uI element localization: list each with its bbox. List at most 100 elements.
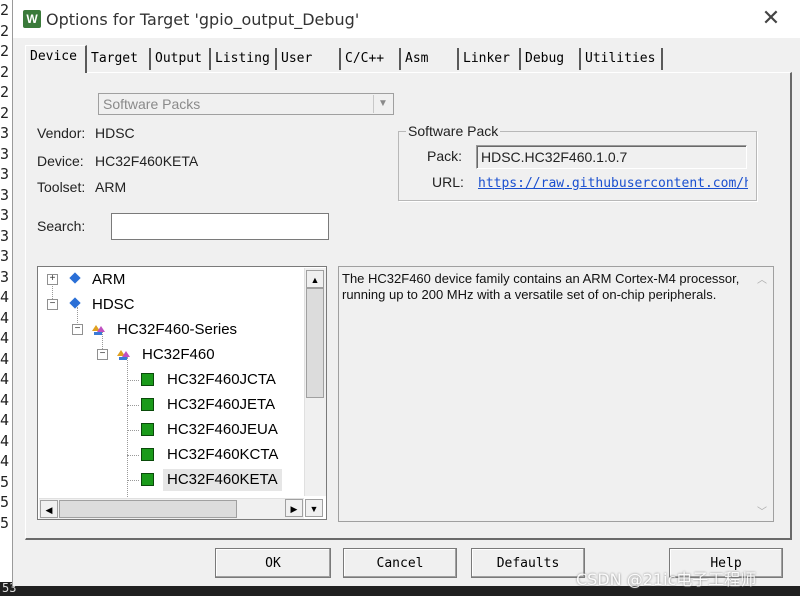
device-tree[interactable]: + ARM − HDSC − HC32F460-Series − HC32F46… (37, 266, 327, 520)
tree-item-label: HC32F460JCTA (167, 371, 276, 388)
gutter-digit: 5 (0, 472, 10, 491)
gutter-digit: 2 (0, 62, 10, 81)
scroll-right-icon[interactable]: ▶ (285, 499, 303, 517)
options-dialog: W Options for Target 'gpio_output_Debug'… (12, 0, 800, 586)
tab-c-cpp[interactable]: C/C++ (341, 48, 401, 70)
gutter-digit: 4 (0, 452, 10, 470)
pack-source-select[interactable]: Software Packs ▼ (98, 93, 394, 115)
chip-icon (141, 423, 154, 436)
pack-source-value: Software Packs (103, 96, 201, 112)
tree-item-hc32f460-series[interactable]: − HC32F460-Series (38, 319, 308, 341)
chevron-down-icon[interactable]: ﹀ (755, 503, 769, 518)
vendor-diamond-icon (69, 297, 81, 309)
tree-item-label: HC32F460KETA (163, 469, 282, 491)
gutter-digit: 5 (0, 493, 10, 511)
device-label: Device: (37, 153, 84, 169)
gutter-digit: 2 (0, 103, 10, 122)
tab-listing[interactable]: Listing (211, 48, 277, 70)
gutter-digit: 5 (0, 513, 10, 532)
collapse-minus-icon[interactable]: − (72, 324, 83, 335)
toolset-value: ARM (95, 179, 127, 195)
tree-item-hc32f460[interactable]: − HC32F460 (38, 344, 308, 366)
tree-item-label: ARM (92, 271, 126, 288)
gutter-digit: 4 (0, 329, 10, 347)
tab-asm[interactable]: Asm (401, 48, 459, 70)
gutter-digit: 4 (0, 390, 10, 409)
tree-item-device-selected[interactable]: HC32F460KETA (38, 469, 308, 491)
tab-utilities[interactable]: Utilities (581, 48, 663, 70)
defaults-button[interactable]: Defaults (471, 548, 585, 578)
gutter-digit: 3 (0, 226, 10, 245)
gutter-digit: 3 (0, 185, 10, 204)
chip-icon (141, 373, 154, 386)
gutter-digit: 2 (0, 42, 10, 60)
gutter-digit: 3 (0, 247, 10, 265)
device-description: The HC32F460 device family contains an A… (342, 271, 740, 302)
scroll-up-icon[interactable]: ▲ (306, 270, 324, 288)
tree-vertical-scrollbar[interactable]: ▲ (304, 268, 326, 496)
tab-user[interactable]: User (277, 48, 341, 70)
close-icon[interactable]: ✕ (758, 6, 784, 32)
gutter-digit: 4 (0, 411, 10, 429)
expand-plus-icon[interactable]: + (47, 274, 58, 285)
ok-button[interactable]: OK (215, 548, 331, 578)
device-description-box: The HC32F460 device family contains an A… (338, 266, 774, 522)
tree-item-device[interactable]: HC32F460KCTA (38, 444, 308, 466)
scroll-down-icon[interactable]: ▼ (305, 499, 323, 517)
software-pack-title: Software Pack (406, 123, 501, 139)
vendor-diamond-icon (69, 272, 81, 284)
gutter-digit: 4 (0, 308, 10, 327)
chip-icon (141, 473, 154, 486)
gutter-digit: 3 (0, 206, 10, 224)
tree-item-hdsc[interactable]: − HDSC (38, 294, 308, 316)
pack-label: Pack: (427, 148, 463, 164)
device-value: HC32F460KETA (95, 153, 199, 169)
pack-field: HDSC.HC32F460.1.0.7 (476, 145, 747, 169)
tree-item-device[interactable]: HC32F460JETA (38, 394, 308, 416)
chevron-up-icon[interactable]: ︿ (755, 271, 769, 286)
gutter-digit: 4 (0, 431, 10, 450)
search-input[interactable] (111, 213, 329, 240)
gutter-digit: 3 (0, 165, 10, 183)
tree-item-device[interactable]: HC32F460JEUA (38, 419, 308, 441)
tree-item-label: HC32F460JEUA (167, 421, 278, 438)
tree-item-label: HC32F460 (142, 346, 215, 363)
chevron-down-icon[interactable]: ▼ (373, 95, 392, 113)
gutter-digit: 3 (0, 124, 10, 142)
search-label: Search: (37, 218, 86, 234)
vendor-value: HDSC (95, 125, 135, 141)
tab-linker[interactable]: Linker (459, 48, 521, 70)
scroll-left-icon[interactable]: ◀ (40, 500, 58, 518)
gutter-digit: 4 (0, 288, 10, 306)
tab-device[interactable]: Device (25, 45, 87, 73)
chip-icon (141, 448, 154, 461)
tree-item-label: HC32F460JETA (167, 396, 276, 413)
vendor-label: Vendor: (37, 125, 86, 141)
scroll-thumb[interactable] (59, 500, 237, 518)
tree-item-device[interactable]: HC32F460JCTA (38, 369, 308, 391)
tab-output[interactable]: Output (151, 48, 211, 70)
csdn-watermark: CSDN @21ic电子工程师 (576, 570, 757, 589)
collapse-minus-icon[interactable]: − (47, 299, 58, 310)
gutter-digit: 4 (0, 349, 10, 368)
gutter-digit: 2 (0, 83, 10, 101)
tree-item-label: HC32F460-Series (117, 321, 238, 338)
gutter-digit: 2 (0, 21, 10, 40)
device-subfamily-icon (117, 350, 130, 360)
cancel-button[interactable]: Cancel (343, 548, 457, 578)
tab-target[interactable]: Target (87, 48, 151, 70)
device-family-icon (92, 325, 105, 335)
pack-url-link[interactable]: https://raw.githubusercontent.com/hd (478, 176, 748, 191)
toolset-label: Toolset: (37, 179, 86, 195)
window-title: Options for Target 'gpio_output_Debug' (46, 10, 360, 29)
url-label: URL: (432, 174, 464, 190)
title-bar[interactable]: W Options for Target 'gpio_output_Debug'… (13, 0, 800, 38)
collapse-minus-icon[interactable]: − (97, 349, 108, 360)
tree-item-arm[interactable]: + ARM (38, 269, 308, 291)
chip-icon (141, 398, 154, 411)
app-icon: W (23, 10, 41, 28)
editor-line-gutter: 2 2 2 2 2 2 3 3 3 3 3 3 3 3 4 4 4 4 4 4 … (0, 0, 12, 596)
scroll-thumb[interactable] (306, 288, 324, 398)
tree-horizontal-scrollbar[interactable]: ◀ (39, 498, 304, 519)
tab-debug[interactable]: Debug (521, 48, 581, 70)
